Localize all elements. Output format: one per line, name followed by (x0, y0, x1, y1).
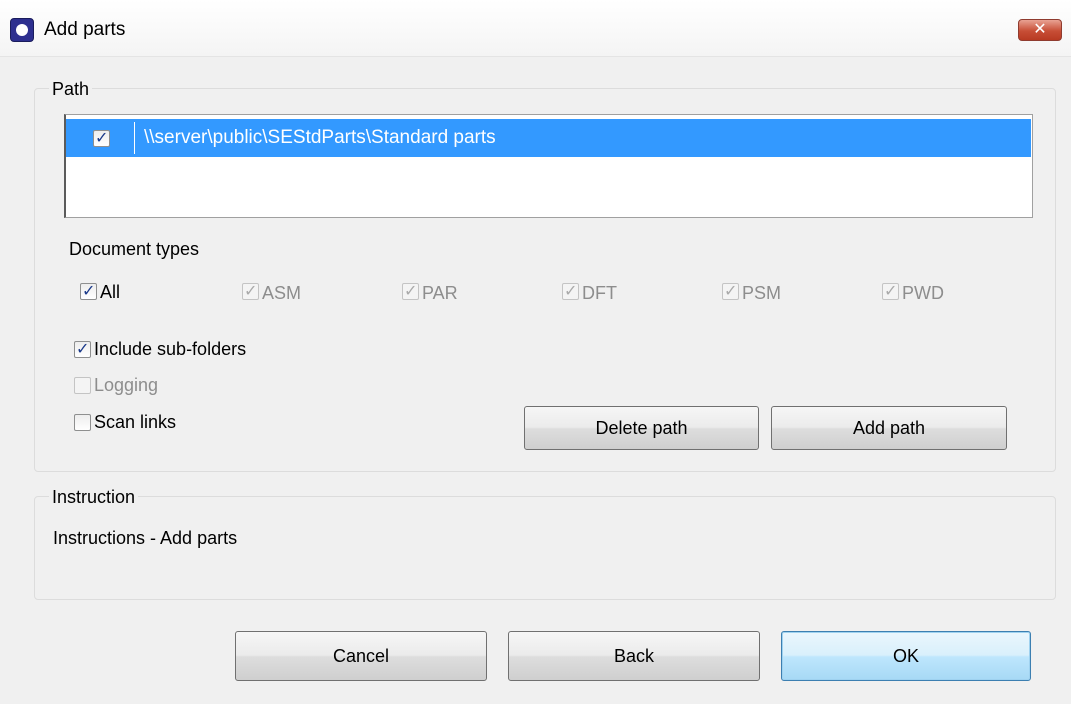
document-types-label: Document types (69, 239, 200, 259)
doc-type-pwd-checkbox[interactable] (882, 281, 899, 300)
add-path-button[interactable]: Add path (771, 406, 1007, 450)
title-bar: Add parts ✕ (0, 0, 1071, 57)
path-listbox[interactable]: \\server\public\SEStdParts\Standard part… (64, 114, 1033, 218)
include-subfolders-label[interactable]: Include sub-folders (94, 339, 246, 360)
close-icon: ✕ (1033, 21, 1047, 38)
path-list-row[interactable]: \\server\public\SEStdParts\Standard part… (66, 119, 1031, 157)
instruction-text: Instructions - Add parts (53, 528, 238, 548)
doc-type-asm-checkbox[interactable] (242, 281, 259, 300)
cancel-button[interactable]: Cancel (235, 631, 487, 681)
window-title: Add parts (44, 19, 126, 40)
doc-type-all-label[interactable]: All (100, 282, 120, 303)
doc-type-par-checkbox[interactable] (402, 281, 419, 300)
doc-type-dft-checkbox[interactable] (562, 281, 579, 300)
doc-type-par-label[interactable]: PAR (422, 283, 458, 304)
doc-type-pwd-label[interactable]: PWD (902, 283, 944, 304)
close-button[interactable]: ✕ (1018, 19, 1062, 41)
doc-type-psm-checkbox[interactable] (722, 281, 739, 300)
path-row-checkbox-cell (66, 119, 134, 157)
column-separator (134, 122, 135, 154)
doc-type-psm-label[interactable]: PSM (742, 283, 781, 304)
back-button[interactable]: Back (508, 631, 760, 681)
path-row-value: \\server\public\SEStdParts\Standard part… (144, 127, 496, 148)
scan-links-checkbox[interactable] (74, 414, 91, 431)
logging-label[interactable]: Logging (94, 375, 158, 396)
path-row-checkbox[interactable] (93, 128, 110, 147)
doc-type-asm-label[interactable]: ASM (262, 283, 301, 304)
doc-type-dft-label[interactable]: DFT (582, 283, 617, 304)
app-icon (10, 18, 34, 42)
scan-links-label[interactable]: Scan links (94, 412, 176, 433)
doc-type-all-checkbox[interactable] (80, 281, 97, 300)
ok-button[interactable]: OK (781, 631, 1031, 681)
path-group-legend: Path (49, 79, 93, 99)
include-subfolders-checkbox[interactable] (74, 339, 91, 358)
delete-path-button[interactable]: Delete path (524, 406, 759, 450)
logging-checkbox[interactable] (74, 377, 91, 394)
instruction-group-legend: Instruction (49, 487, 139, 507)
